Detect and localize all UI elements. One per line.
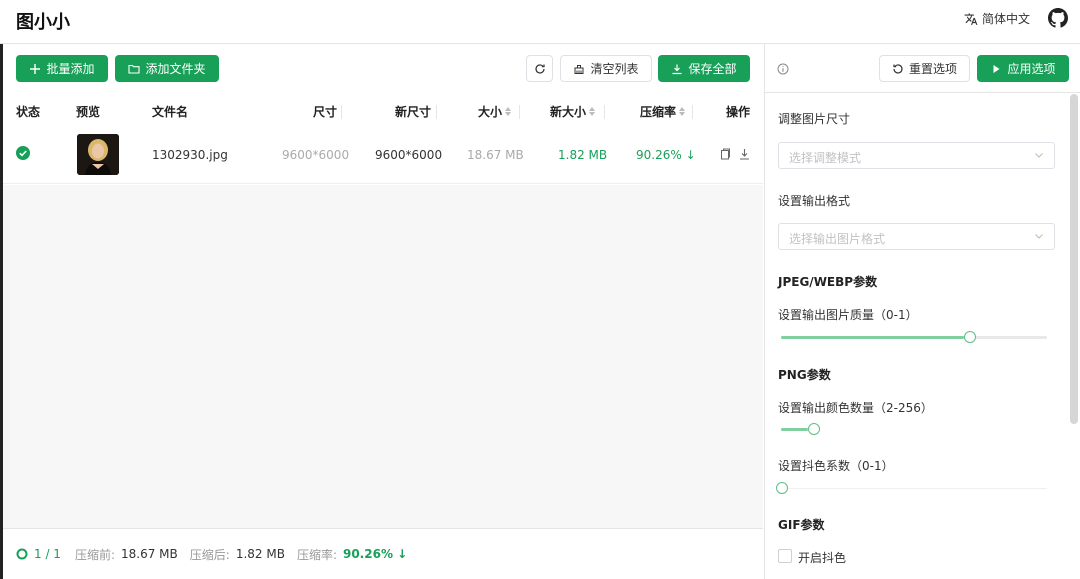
- download-icon: [672, 64, 682, 74]
- language-switcher[interactable]: 简体中文: [964, 10, 1030, 27]
- file-list-area: [3, 185, 763, 528]
- apply-options-button[interactable]: 应用选项: [977, 55, 1069, 82]
- info-icon[interactable]: [777, 63, 789, 75]
- quality-slider[interactable]: [781, 331, 1047, 343]
- after-value: 1.82 MB: [235, 547, 285, 561]
- png-section-title: PNG参数: [778, 368, 831, 382]
- refresh-button[interactable]: [526, 55, 553, 82]
- status-footer: 1 / 1 压缩前: 18.67 MB 压缩后: 1.82 MB 压缩率: 90…: [3, 528, 763, 579]
- folder-icon: [128, 64, 141, 74]
- colors-label: 设置输出颜色数量（2-256）: [778, 401, 933, 415]
- col-actions: 操作: [726, 105, 751, 119]
- before-label: 压缩前:: [74, 547, 115, 562]
- progress-count: 1 / 1: [34, 547, 61, 561]
- after-label: 压缩后:: [189, 547, 230, 562]
- reset-icon: [893, 63, 903, 74]
- file-size: 18.67 MB: [467, 148, 524, 162]
- github-icon[interactable]: [1048, 8, 1068, 28]
- file-name: 1302930.jpg: [152, 148, 228, 162]
- download-icon[interactable]: [739, 148, 750, 160]
- clear-icon: [574, 64, 584, 74]
- translate-icon: [964, 12, 978, 25]
- batch-add-button[interactable]: 批量添加: [16, 55, 108, 82]
- column-divider: [692, 105, 693, 119]
- column-divider: [519, 105, 520, 119]
- col-dimensions: 尺寸: [313, 105, 338, 119]
- copy-icon[interactable]: [720, 148, 731, 160]
- plus-icon: [30, 63, 41, 74]
- gif-dither-checkbox[interactable]: [778, 549, 792, 563]
- dither-label: 设置抖色系数（0-1）: [778, 459, 894, 473]
- col-preview: 预览: [76, 105, 101, 119]
- gif-section-title: GIF参数: [778, 518, 825, 532]
- col-ratio[interactable]: 压缩率: [640, 103, 686, 120]
- colors-slider[interactable]: [781, 423, 1047, 435]
- column-divider: [436, 105, 437, 119]
- gif-dither-label: 开启抖色: [798, 551, 847, 565]
- file-new-dimensions: 9600*6000: [375, 148, 443, 162]
- progress-ring-icon: [16, 548, 28, 560]
- table-row[interactable]: 1302930.jpg 9600*6000 9600*6000 18.67 MB…: [3, 128, 763, 184]
- ratio-value: 90.26% ↓: [342, 547, 408, 561]
- column-divider: [604, 105, 605, 119]
- before-value: 18.67 MB: [121, 547, 178, 561]
- save-all-button[interactable]: 保存全部: [658, 55, 750, 82]
- sort-icon: [589, 107, 596, 116]
- sort-icon: [505, 107, 512, 116]
- reset-options-button[interactable]: 重置选项: [879, 55, 970, 82]
- jpeg-section-title: JPEG/WEBP参数: [778, 275, 878, 289]
- output-format-label: 设置输出格式: [778, 194, 851, 208]
- play-icon: [993, 64, 1000, 73]
- output-format-select[interactable]: 选择输出图片格式: [778, 223, 1055, 250]
- quality-label: 设置输出图片质量（0-1）: [778, 308, 918, 322]
- clear-list-button[interactable]: 清空列表: [560, 55, 652, 82]
- col-size[interactable]: 大小: [478, 103, 512, 120]
- col-new-size[interactable]: 新大小: [550, 103, 596, 120]
- resize-label: 调整图片尺寸: [778, 112, 851, 126]
- file-compression-ratio: 90.26% ↓: [636, 148, 696, 162]
- table-header: 状态 预览 文件名 尺寸 新尺寸 大小 新大小 压缩率 操作: [3, 94, 763, 128]
- col-new-dimensions: 新尺寸: [395, 105, 432, 119]
- add-folder-button[interactable]: 添加文件夹: [115, 55, 219, 82]
- image-thumbnail[interactable]: [77, 134, 119, 175]
- language-label: 简体中文: [982, 12, 1031, 26]
- app-title: 图小小: [16, 12, 70, 33]
- refresh-icon: [534, 63, 545, 74]
- file-dimensions: 9600*6000: [282, 148, 350, 162]
- resize-mode-select[interactable]: 选择调整模式: [778, 142, 1055, 169]
- chevron-down-icon: [1035, 153, 1043, 158]
- ratio-label: 压缩率:: [296, 547, 337, 562]
- portrait-thumbnail: [77, 134, 119, 175]
- app-header: 图小小 简体中文: [0, 0, 1080, 44]
- dither-slider[interactable]: [776, 482, 1047, 494]
- col-filename: 文件名: [152, 105, 189, 119]
- panel-scrollbar[interactable]: [1070, 94, 1078, 424]
- file-new-size: 1.82 MB: [558, 148, 608, 162]
- column-divider: [341, 105, 342, 119]
- col-status: 状态: [16, 105, 41, 119]
- chevron-down-icon: [1035, 234, 1043, 239]
- sort-icon: [679, 107, 686, 116]
- success-check-icon: [16, 146, 30, 160]
